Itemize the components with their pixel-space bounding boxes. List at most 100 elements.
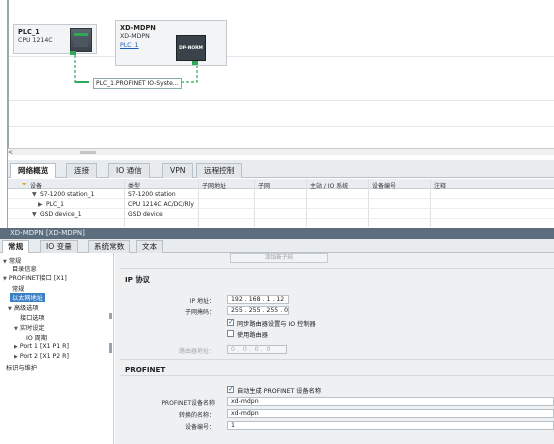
nav-label: Port 1 [X1 P1 R] <box>19 343 69 350</box>
tab-texts[interactable]: 文本 <box>136 240 164 253</box>
column-header[interactable]: 子网 <box>258 181 270 190</box>
nav-port2[interactable]: ▶ Port 2 [X1 P2 R] <box>14 353 69 360</box>
row-device: PLC_1 <box>46 201 64 208</box>
device-name-label: PROFINET设备名称 <box>161 400 215 407</box>
collapse-icon[interactable]: ▼ <box>14 326 18 332</box>
collapse-icon[interactable]: ▼ <box>3 259 7 265</box>
nav-label: Port 2 [X1 P2 R] <box>19 353 69 360</box>
add-new-subnet-button[interactable]: 添加新子网 <box>230 253 328 263</box>
nav-label: 高级选项 <box>13 305 39 312</box>
column-header[interactable]: 设备编号 <box>372 181 396 190</box>
table-header: ⏷ 设备 类型 子网地址 子网 主站 / IO 系统 设备编号 注释 <box>8 179 554 190</box>
collapse-icon[interactable]: ▼ <box>8 306 12 312</box>
properties-content: 添加新子网 IP 协议 IP 地址： 192 . 168 . 1 . 12 子网… <box>115 253 554 444</box>
column-header[interactable]: 主站 / IO 系统 <box>310 181 348 190</box>
nav-io-cycle[interactable]: IO 周期 <box>26 333 47 342</box>
properties-navigation-tree: ▼ 常规 目录信息 ▼ PROFINET接口 [X1] 常规 以太网地址 ▼ 高… <box>0 253 114 444</box>
tab-general[interactable]: 常规 <box>2 240 30 253</box>
tab-remote-control[interactable]: 远程控制 <box>196 163 243 178</box>
column-header[interactable]: 类型 <box>128 181 140 190</box>
nav-interface-options[interactable]: 接口选项 <box>20 313 45 322</box>
properties-title-bar: XD-MDPN [XD-MDPN] <box>0 228 554 239</box>
sync-router-label: 同步路由器设置与 IO 控制器 <box>237 321 316 328</box>
properties-tab-bar: 常规 IO 变量 系统常数 文本 <box>0 239 554 253</box>
subnet-mask-field[interactable]: 255 . 255 . 255 . 0 <box>227 306 289 315</box>
network-view-canvas[interactable]: PLC_1 CPU 1214C XD-MDPN XD-MDPN PLC_1 DP… <box>8 0 554 148</box>
assigned-controller-link[interactable]: PLC_1 <box>120 42 139 49</box>
canvas-horizontal-scrollbar[interactable]: < <box>8 148 554 156</box>
network-overview-table: ⏷ 设备 类型 子网地址 子网 主站 / IO 系统 设备编号 注释 ▼ S7-… <box>8 179 554 227</box>
left-panel-border <box>0 0 8 228</box>
sync-router-checkbox[interactable] <box>227 318 234 326</box>
nav-advanced-options[interactable]: ▼ 高级选项 <box>8 303 39 312</box>
auto-generate-name-checkbox[interactable] <box>227 385 234 393</box>
tab-network-overview[interactable]: 网络概览 <box>10 163 57 178</box>
io-system-label[interactable]: PLC_1.PROFINET IO-Syste... <box>93 78 182 89</box>
tab-io-tags[interactable]: IO 变量 <box>40 240 78 253</box>
table-row[interactable]: ▶ PLC_1 CPU 1214C AC/DC/Rly <box>8 200 554 209</box>
column-header[interactable]: 子网地址 <box>202 181 226 190</box>
collapse-icon[interactable]: ▼ <box>3 276 7 282</box>
table-row[interactable]: ▼ S7-1200 station_1 S7-1200 station <box>8 190 554 199</box>
device-type: CPU 1214C <box>18 37 53 44</box>
expand-icon[interactable]: ▶ <box>14 344 18 350</box>
use-router-label: 使用路由器 <box>237 332 268 339</box>
profinet-network-line[interactable] <box>9 0 554 148</box>
device-type: XD-MDPN <box>120 33 150 40</box>
device-xd-mdpn[interactable]: XD-MDPN XD-MDPN PLC_1 DP-NORM <box>115 20 227 66</box>
nav-ethernet-addresses[interactable]: 以太网地址 <box>10 293 45 302</box>
scroll-left-icon[interactable]: < <box>8 149 13 156</box>
splitter-grip[interactable] <box>109 313 112 319</box>
use-router-checkbox[interactable] <box>227 330 234 337</box>
splitter-grip[interactable] <box>109 343 112 353</box>
row-device: S7-1200 station_1 <box>40 191 95 198</box>
ip-address-field[interactable]: 192 . 168 . 1 . 12 <box>227 295 289 304</box>
divider <box>120 268 554 269</box>
tab-system-constants[interactable]: 系统常数 <box>88 240 131 253</box>
nav-port1[interactable]: ▶ Port 1 [X1 P1 R] <box>14 343 69 350</box>
device-plc1[interactable]: PLC_1 CPU 1214C <box>13 24 97 55</box>
column-header[interactable]: 注释 <box>434 181 446 190</box>
row-type: S7-1200 station <box>128 191 176 198</box>
row-type: CPU 1214C AC/DC/Rly <box>128 201 194 208</box>
divider <box>120 359 554 360</box>
row-type: GSD device <box>128 211 163 218</box>
filter-icon[interactable]: ⏷ <box>22 181 27 189</box>
device-number-label: 设备编号： <box>184 424 215 431</box>
device-name: PLC_1 <box>18 28 40 36</box>
scroll-thumb[interactable] <box>80 151 96 154</box>
profinet-port-icon[interactable] <box>192 61 198 65</box>
tab-io-communication[interactable]: IO 通信 <box>108 163 150 178</box>
section-heading-profinet: PROFINET <box>125 365 166 374</box>
device-name-input[interactable]: xd-mdpn <box>227 397 554 406</box>
router-address-field[interactable]: 0 . 0 . 0 . 0 <box>227 345 287 354</box>
column-header[interactable]: 设备 <box>30 181 42 190</box>
dp-module-image: DP-NORM <box>176 35 206 61</box>
expand-icon[interactable]: ▶ <box>14 354 18 360</box>
section-heading-ip: IP 协议 <box>125 275 150 284</box>
converted-name-label: 转换的名称： <box>178 412 215 419</box>
tab-connections[interactable]: 连接 <box>66 163 98 178</box>
router-address-label: 路由器地址： <box>178 348 215 355</box>
expand-icon[interactable]: ▶ <box>38 201 43 208</box>
nav-catalog-info[interactable]: 目录信息 <box>12 264 37 273</box>
nav-profinet-interface[interactable]: ▼ PROFINET接口 [X1] <box>3 273 67 282</box>
nav-realtime-settings[interactable]: ▼ 实时设定 <box>14 323 45 332</box>
plc-image <box>70 28 92 52</box>
nav-identification-maintenance[interactable]: 标识与维护 <box>6 363 37 372</box>
ip-address-label: IP 地址： <box>189 298 215 305</box>
collapse-icon[interactable]: ▼ <box>32 191 37 198</box>
device-name: XD-MDPN <box>120 24 156 32</box>
converted-name-field[interactable]: xd-mdpn <box>227 409 554 418</box>
tab-vpn[interactable]: VPN <box>162 163 194 178</box>
collapse-icon[interactable]: ▼ <box>32 211 37 218</box>
nav-label: 实时设定 <box>19 325 45 332</box>
profinet-port-icon[interactable] <box>70 51 76 55</box>
divider <box>120 375 554 376</box>
subnet-mask-label: 子网掩码： <box>184 309 215 316</box>
table-row[interactable]: ▼ GSD device_1 GSD device <box>8 210 554 219</box>
device-number-field[interactable]: 1 <box>227 421 554 430</box>
nav-label: PROFINET接口 [X1] <box>8 275 67 282</box>
auto-generate-name-label: 自动生成 PROFINET 设备名称 <box>237 388 322 395</box>
nav-interface-general[interactable]: 常规 <box>12 284 24 293</box>
